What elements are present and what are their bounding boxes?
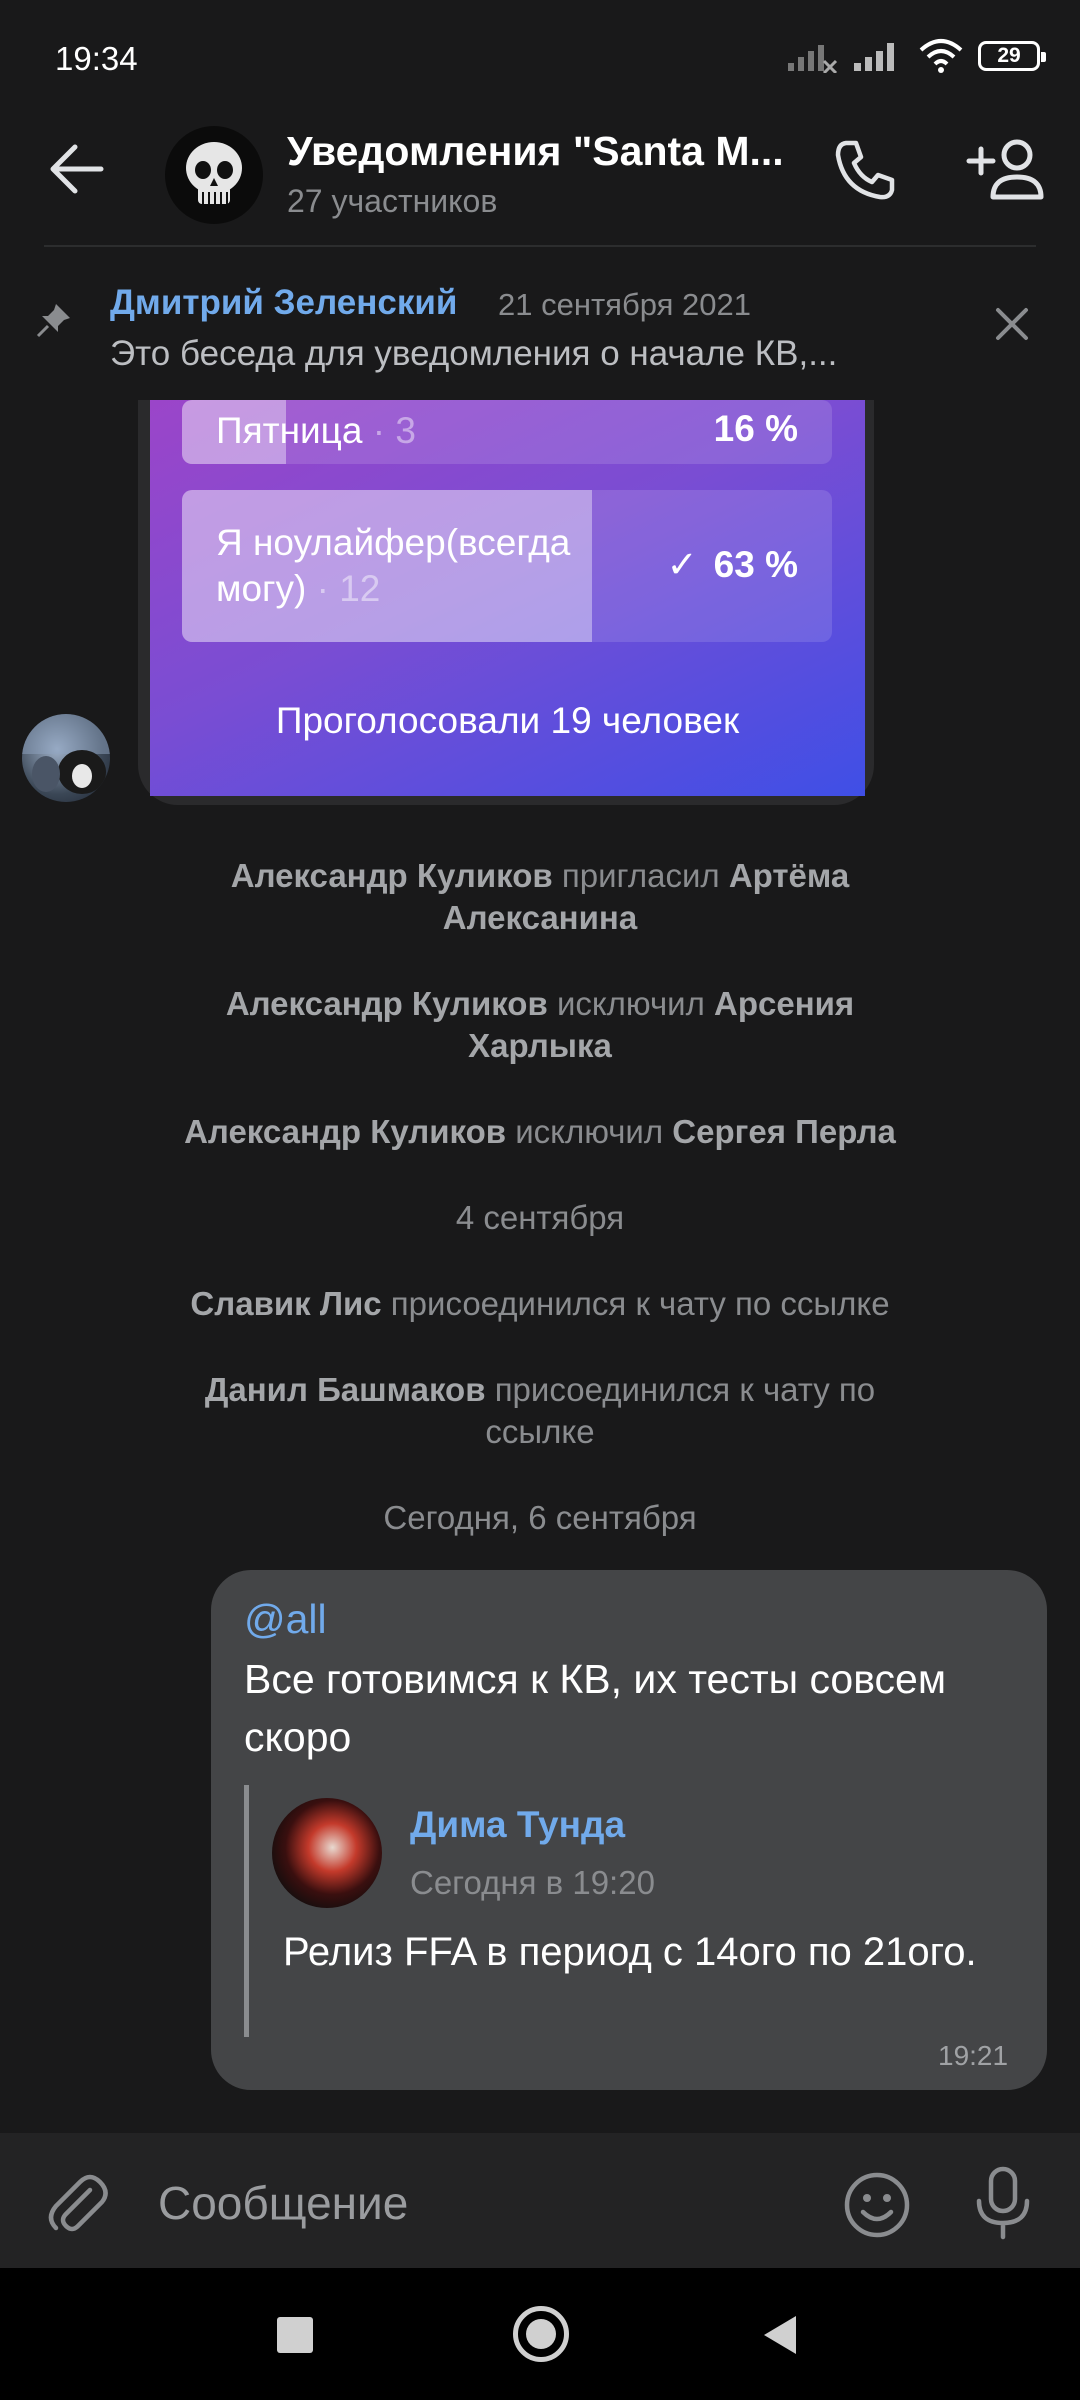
date-separator: Сегодня, 6 сентября [383, 1499, 697, 1536]
home-icon[interactable] [513, 2306, 569, 2362]
wifi-icon [919, 39, 963, 73]
service-message: Александр Куликов исключил Арсения Харлык… [225, 985, 855, 1064]
chat-participants[interactable]: 27 участников [287, 183, 497, 220]
status-time: 19:34 [55, 40, 138, 77]
sender-avatar[interactable] [22, 714, 110, 802]
add-user-icon[interactable] [965, 135, 1045, 205]
poll-option-label: Я ноулайфер(всегда могу) · 12 [216, 522, 571, 609]
poll-option-percent: 16 % [713, 408, 798, 449]
skull-icon [165, 126, 263, 224]
back-arrow-icon[interactable] [45, 138, 107, 200]
pin-icon [36, 304, 70, 338]
chat-title[interactable]: Уведомления "Santa M... [287, 128, 784, 175]
forwarded-text: Релиз FFA в период с 14ого по 21ого. [283, 1930, 977, 1974]
smile-icon[interactable] [842, 2170, 912, 2240]
message-text: Все готовимся к КВ, их тесты совсем скор… [244, 1656, 947, 1760]
signal-off-icon [788, 45, 838, 73]
chat-avatar[interactable] [165, 126, 263, 224]
message-time: 19:21 [938, 2040, 1009, 2071]
phone-icon[interactable] [830, 135, 900, 205]
message-input[interactable] [158, 2170, 798, 2236]
forwarded-author-avatar[interactable] [272, 1798, 382, 1908]
pinned-text[interactable]: Это беседа для уведомления о начале КВ,.… [110, 334, 837, 374]
service-message: Славик Лис присоединился к чату по ссылк… [190, 1285, 890, 1322]
poll-option-selected[interactable]: Я ноулайфер(всегда могу) · 12 ✓ 63 % [182, 490, 832, 642]
service-message: Данил Башмаков присоединился к чату по сс… [204, 1371, 876, 1450]
forwarded-author[interactable]: Дима Тунда [410, 1804, 625, 1846]
poll-total-votes[interactable]: Проголосовали 19 человек [150, 700, 865, 742]
date-separator: 4 сентября [455, 1199, 625, 1236]
pinned-author[interactable]: Дмитрий Зеленский [110, 283, 457, 323]
recents-icon[interactable] [277, 2317, 313, 2353]
close-icon[interactable] [990, 302, 1034, 346]
microphone-icon[interactable] [970, 2165, 1036, 2241]
status-bar: 19:34 29 [0, 0, 1080, 120]
poll-option-label: Пятница · 3 [216, 410, 416, 451]
status-icons: 29 [786, 38, 1046, 74]
cat-photo-icon [22, 714, 110, 794]
paperclip-icon[interactable] [44, 2170, 110, 2236]
pinned-date: 21 сентября 2021 [498, 287, 751, 322]
poll-option[interactable]: Пятница · 3 16 % [182, 400, 832, 464]
service-message: Александр Куликов исключил Сергея Перла [184, 1113, 896, 1150]
nav-back-icon[interactable] [760, 2314, 800, 2356]
battery-icon: 29 [978, 41, 1046, 71]
forward-quote-bar [244, 1785, 249, 2037]
service-message: Александр Куликов пригласил Артёма Алекса… [230, 857, 850, 936]
poll-option-percent: ✓ 63 % [666, 544, 798, 585]
header-divider [44, 245, 1036, 247]
signal-icon [854, 43, 894, 71]
mention-link[interactable]: @all [244, 1596, 327, 1643]
check-icon: ✓ [666, 544, 698, 585]
forwarded-time: Сегодня в 19:20 [410, 1864, 655, 1901]
